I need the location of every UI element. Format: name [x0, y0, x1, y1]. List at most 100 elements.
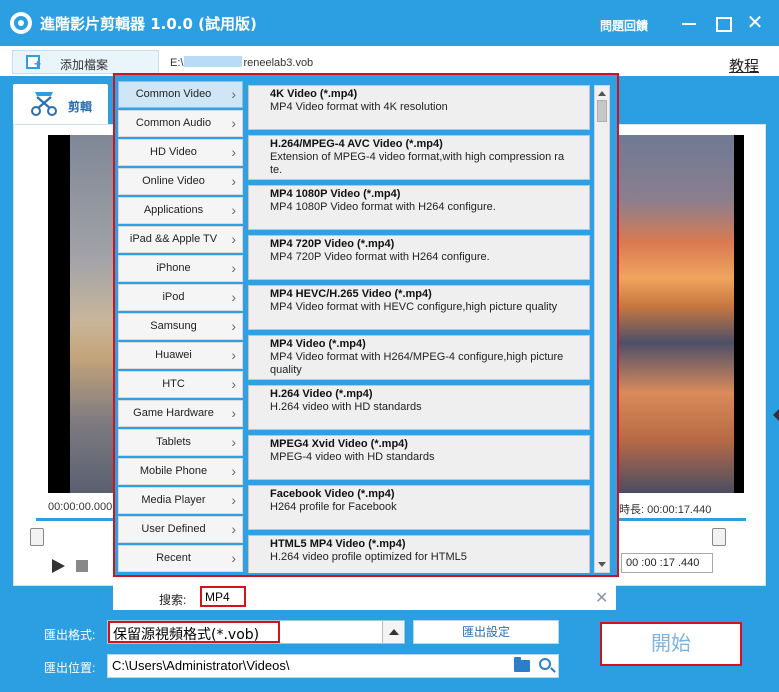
- category-item[interactable]: Recent ›: [118, 545, 243, 572]
- category-item[interactable]: Samsung ›: [118, 313, 243, 340]
- category-label: iPod: [162, 291, 185, 303]
- category-label: Samsung: [150, 320, 197, 332]
- chevron-right-icon: ›: [231, 144, 236, 160]
- category-item[interactable]: HTC ›: [118, 371, 243, 398]
- search-icon[interactable]: [539, 658, 551, 670]
- minimize-icon[interactable]: [678, 12, 700, 34]
- format-item[interactable]: H.264 Video (*.mp4) H.264 video with HD s…: [248, 385, 590, 430]
- format-description: MP4 Video format with HEVC configure,hig…: [270, 301, 558, 313]
- maximize-icon[interactable]: [711, 12, 733, 34]
- category-item[interactable]: Common Audio ›: [118, 110, 243, 137]
- scroll-thumb[interactable]: [597, 100, 607, 122]
- category-list: Common Video › Common Audio › HD Video › Onlin…: [118, 81, 246, 574]
- format-description: MP4 Video format with 4K resolution: [270, 101, 448, 113]
- output-format-select[interactable]: 保留源視頻格式(*.vob): [107, 620, 405, 644]
- chevron-right-icon: ›: [231, 405, 236, 421]
- close-icon[interactable]: ✕: [744, 12, 766, 34]
- format-name: H.264/MPEG-4 AVC Video (*.mp4): [270, 138, 443, 150]
- trim-end-handle[interactable]: [712, 528, 726, 546]
- export-panel: 匯出格式: 保留源視頻格式(*.vob) 匯出設定 匯出位置: C:\Users…: [0, 610, 779, 692]
- category-label: Huawei: [155, 349, 192, 361]
- format-name: H.264 Video (*.mp4): [270, 388, 373, 400]
- start-button[interactable]: 開始: [600, 622, 742, 666]
- category-item[interactable]: Huawei ›: [118, 342, 243, 369]
- chevron-right-icon: ›: [231, 550, 236, 566]
- clear-search-icon[interactable]: ✕: [595, 588, 608, 608]
- format-name: MP4 HEVC/H.265 Video (*.mp4): [270, 288, 432, 300]
- trim-start-handle[interactable]: [30, 528, 44, 546]
- format-name: MP4 Video (*.mp4): [270, 338, 366, 350]
- start-time: 00:00:00.000: [48, 501, 113, 513]
- format-name: Facebook Video (*.mp4): [270, 488, 395, 500]
- category-item[interactable]: iPhone ›: [118, 255, 243, 282]
- play-icon[interactable]: [52, 559, 65, 573]
- chevron-right-icon: ›: [231, 318, 236, 334]
- format-description: MP4 1080P Video format with H264 configu…: [270, 201, 496, 213]
- format-name: HTML5 MP4 Video (*.mp4): [270, 538, 406, 550]
- output-frame-image: [604, 135, 734, 493]
- chevron-right-icon: ›: [231, 202, 236, 218]
- chevron-right-icon: ›: [231, 463, 236, 479]
- scroll-up-icon[interactable]: [598, 91, 606, 96]
- category-item[interactable]: Common Video ›: [118, 81, 243, 108]
- category-item[interactable]: iPod ›: [118, 284, 243, 311]
- app-window: 進階影片剪輯器 1.0.0 (試用版) 問題回饋 ✕ 添加檔案 E:\ renee…: [0, 0, 779, 692]
- output-location-value: C:\Users\Administrator\Videos\: [112, 658, 290, 673]
- format-description: MP4 Video format with H264/MPEG-4 config…: [270, 351, 564, 376]
- category-item[interactable]: Tablets ›: [118, 429, 243, 456]
- duration-label: 時長: 00:00:17.440: [619, 504, 712, 516]
- format-item[interactable]: MP4 Video (*.mp4) MP4 Video format with H…: [248, 335, 590, 380]
- format-name: MPEG4 Xvid Video (*.mp4): [270, 438, 408, 450]
- category-item[interactable]: iPad && Apple TV ›: [118, 226, 243, 253]
- chevron-right-icon: ›: [231, 260, 236, 276]
- format-search-bar: 搜索: MP4 ✕: [113, 585, 616, 610]
- chevron-right-icon: ›: [231, 86, 236, 102]
- category-item[interactable]: Mobile Phone ›: [118, 458, 243, 485]
- format-name: 4K Video (*.mp4): [270, 88, 358, 100]
- category-item[interactable]: Applications ›: [118, 197, 243, 224]
- add-file-button[interactable]: 添加檔案: [12, 50, 159, 74]
- format-item[interactable]: HTML5 MP4 Video (*.mp4) H.264 video profi…: [248, 535, 590, 573]
- format-item[interactable]: MP4 HEVC/H.265 Video (*.mp4) MP4 Video fo…: [248, 285, 590, 330]
- scroll-down-icon[interactable]: [598, 562, 606, 567]
- format-name: MP4 1080P Video (*.mp4): [270, 188, 401, 200]
- format-item[interactable]: MP4 1080P Video (*.mp4) MP4 1080P Video f…: [248, 185, 590, 230]
- format-item[interactable]: 4K Video (*.mp4) MP4 Video format with 4K…: [248, 85, 590, 130]
- category-label: HD Video: [150, 146, 197, 158]
- format-list-scrollbar[interactable]: [594, 85, 610, 573]
- chevron-right-icon: ›: [231, 434, 236, 450]
- file-toolbar: 添加檔案 E:\ reneelab3.vob 教程: [0, 46, 779, 76]
- format-item[interactable]: MP4 720P Video (*.mp4) MP4 720P Video for…: [248, 235, 590, 280]
- stop-icon[interactable]: [76, 560, 88, 572]
- add-file-label: 添加檔案: [60, 58, 109, 72]
- category-label: Game Hardware: [133, 407, 214, 419]
- category-label: Common Video: [135, 88, 212, 100]
- category-item[interactable]: HD Video ›: [118, 139, 243, 166]
- output-format-value[interactable]: 保留源視頻格式(*.vob): [108, 621, 280, 643]
- tab-edit[interactable]: 剪輯: [13, 84, 108, 124]
- file-path: E:\ reneelab3.vob: [170, 56, 313, 69]
- folder-icon[interactable]: [514, 657, 530, 672]
- format-description: H.264 video profile optimized for HTML5: [270, 551, 467, 563]
- feedback-link[interactable]: 問題回饋: [600, 17, 648, 34]
- output-settings-button[interactable]: 匯出設定: [413, 620, 559, 644]
- category-item[interactable]: Online Video ›: [118, 168, 243, 195]
- app-logo-icon: [10, 12, 32, 34]
- category-item[interactable]: Media Player ›: [118, 487, 243, 514]
- tutorial-link[interactable]: 教程: [729, 55, 759, 76]
- format-item[interactable]: H.264/MPEG-4 AVC Video (*.mp4) Extension …: [248, 135, 590, 180]
- dropdown-arrow-icon[interactable]: [382, 621, 404, 643]
- category-item[interactable]: User Defined ›: [118, 516, 243, 543]
- output-format-label: 匯出格式:: [44, 628, 96, 642]
- scroll-right-icon[interactable]: [773, 409, 779, 421]
- file-path-redaction: [184, 56, 243, 67]
- chevron-right-icon: ›: [231, 289, 236, 305]
- format-description: MPEG-4 video with HD standards: [270, 451, 435, 463]
- format-item[interactable]: Facebook Video (*.mp4) H264 profile for F…: [248, 485, 590, 530]
- format-item[interactable]: MPEG4 Xvid Video (*.mp4) MPEG-4 video wit…: [248, 435, 590, 480]
- category-item[interactable]: Game Hardware ›: [118, 400, 243, 427]
- output-location-field[interactable]: C:\Users\Administrator\Videos\: [107, 654, 559, 678]
- search-input[interactable]: MP4: [200, 586, 246, 607]
- end-time-input[interactable]: 00 :00 :17 .440: [621, 553, 713, 573]
- category-label: Mobile Phone: [139, 465, 208, 477]
